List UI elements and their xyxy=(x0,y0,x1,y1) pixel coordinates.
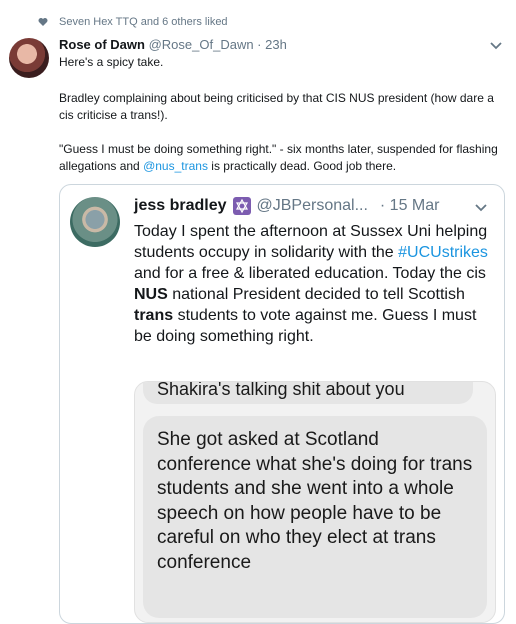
message-bubble-main: She got asked at Scotland conference wha… xyxy=(143,416,487,618)
star-of-david-icon xyxy=(232,197,251,215)
quoted-text: Today I spent the afternoon at Sussex Un… xyxy=(134,223,488,345)
liked-by-text[interactable]: Seven Hex TTQ and 6 others liked xyxy=(59,16,228,28)
quoted-author-name[interactable]: jess bradley xyxy=(134,197,227,215)
tweet-text-line1: Here's a spicy take. xyxy=(59,55,164,69)
social-context: Seven Hex TTQ and 6 others liked xyxy=(38,16,228,28)
tweet-text-para3: "Guess I must be doing something right."… xyxy=(59,142,498,173)
quoted-tweet[interactable]: jess bradley @JBPersonal... · 15 Mar Tod… xyxy=(59,184,505,624)
author-handle[interactable]: @Rose_Of_Dawn · 23h xyxy=(149,37,287,52)
heart-icon xyxy=(38,18,48,26)
tweet-header: Rose of Dawn @Rose_Of_Dawn · 23h xyxy=(59,37,287,52)
quoted-header: jess bradley @JBPersonal... · 15 Mar xyxy=(134,197,439,215)
hashtag-link[interactable]: #UCUstrikes xyxy=(398,244,488,261)
chevron-down-icon[interactable] xyxy=(489,41,503,51)
quoted-date[interactable]: · 15 Mar xyxy=(380,197,440,215)
quoted-handle[interactable]: @JBPersonal... xyxy=(257,197,368,215)
tweet-text-para2: Bradley complaining about being criticis… xyxy=(59,91,494,122)
quoted-avatar[interactable] xyxy=(70,197,120,247)
author-name[interactable]: Rose of Dawn xyxy=(59,37,145,52)
quoted-image[interactable]: Shakira's talking shit about you She got… xyxy=(134,381,496,623)
message-bubble-top: Shakira's talking shit about you xyxy=(143,382,473,404)
mention-link[interactable]: @nus_trans xyxy=(143,159,208,173)
quoted-chevron-down-icon[interactable] xyxy=(474,203,488,213)
avatar[interactable] xyxy=(9,38,49,78)
